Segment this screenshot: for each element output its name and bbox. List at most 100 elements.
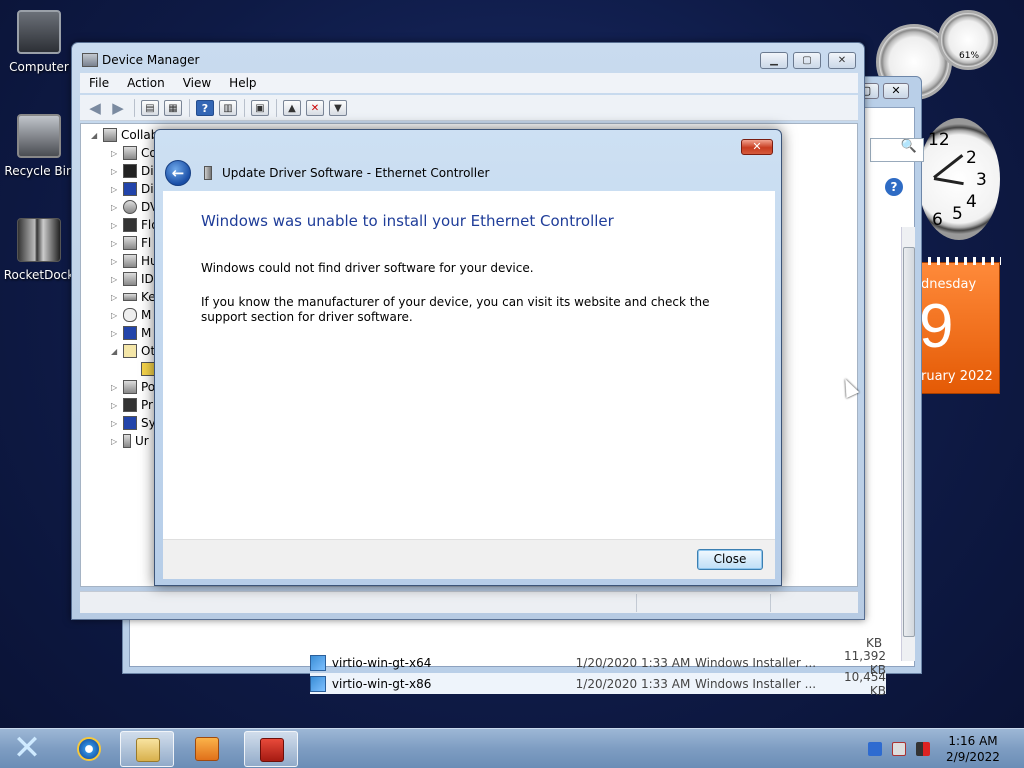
tree-item[interactable]: ▷ Flo [111, 216, 159, 234]
help-icon[interactable]: ? [885, 178, 903, 196]
tree-item[interactable]: ▷ Hu [111, 252, 158, 270]
taskbar-clock[interactable]: 1:16 AM 2/9/2022 [944, 733, 1002, 765]
taskbar-explorer[interactable] [120, 731, 174, 767]
expand-arrow-icon[interactable]: ▷ [111, 311, 121, 320]
menu-action[interactable]: Action [118, 73, 174, 93]
warning-icon [141, 362, 155, 376]
taskbar-media-player[interactable] [180, 731, 234, 767]
scrollbar-thumb[interactable] [903, 247, 915, 637]
network-tray-icon[interactable] [868, 742, 882, 756]
maximize-button[interactable]: ▢ [793, 52, 821, 69]
clock-number: 5 [952, 204, 963, 224]
file-size: 10,454 KB [844, 669, 887, 698]
file-row[interactable]: virtio-win-gt-x64 1/20/2020 1:33 AM Wind… [310, 649, 886, 677]
tree-label: Pr [141, 398, 153, 412]
window-title: Device Manager [102, 53, 200, 67]
device-category-icon [123, 164, 137, 178]
tree-item[interactable]: ▷ DV [111, 198, 158, 216]
other-devices-icon [123, 344, 137, 358]
file-row[interactable]: virtio-win-gt-x86 1/20/2020 1:33 AM Wind… [310, 670, 886, 698]
expand-arrow-icon[interactable]: ▷ [111, 239, 121, 248]
uninstall-device-icon[interactable]: ✕ [306, 99, 324, 116]
media-player-icon [195, 737, 219, 761]
start-button[interactable]: ✕ [4, 731, 50, 767]
expand-arrow-icon[interactable]: ▷ [111, 185, 121, 194]
clock-gadget[interactable]: 12 2 3 4 5 6 [918, 118, 1000, 240]
clock-number: 12 [928, 130, 950, 150]
close-button[interactable]: ✕ [883, 83, 909, 99]
clock-minute-hand [933, 177, 964, 186]
tree-item[interactable]: ▷ M [111, 324, 151, 342]
tree-item[interactable]: ▷ Sy [111, 414, 156, 432]
tree-item[interactable]: ▷ Pr [111, 396, 153, 414]
expand-arrow-icon[interactable]: ▷ [111, 401, 121, 410]
collapse-arrow-icon[interactable]: ◢ [111, 347, 121, 356]
show-action-pane-icon[interactable]: ▥ [219, 99, 237, 116]
desktop-icon-computer[interactable]: Computer [0, 10, 78, 74]
expand-arrow-icon[interactable]: ▷ [111, 167, 121, 176]
menu-view[interactable]: View [174, 73, 220, 93]
action-center-tray-icon[interactable] [892, 742, 906, 756]
internet-explorer-icon [77, 737, 101, 761]
mouse-icon [123, 308, 137, 322]
help-icon[interactable]: ? [196, 99, 214, 116]
folder-icon [136, 738, 160, 762]
menu-help[interactable]: Help [220, 73, 265, 93]
disable-device-icon[interactable]: ▼ [329, 99, 347, 116]
dialog-body: Windows was unable to install your Ether… [163, 191, 775, 539]
taskbar-device-manager[interactable] [244, 731, 298, 767]
expand-arrow-icon[interactable]: ▷ [111, 149, 121, 158]
expand-arrow-icon[interactable]: ▷ [111, 203, 121, 212]
desktop-icon-recycle-bin[interactable]: Recycle Bin [0, 114, 78, 178]
minimize-button[interactable]: ▁ [760, 52, 788, 69]
update-driver-icon[interactable]: ▲ [283, 99, 301, 116]
update-driver-dialog[interactable]: ✕ ← Update Driver Software - Ethernet Co… [154, 129, 782, 586]
forward-arrow-icon[interactable]: ▶ [109, 100, 127, 116]
menu-file[interactable]: File [80, 73, 118, 93]
collapse-arrow-icon[interactable]: ◢ [91, 131, 101, 140]
tree-root[interactable]: ◢ Collab [91, 126, 158, 144]
volume-muted-tray-icon[interactable] [916, 742, 930, 756]
toolbar: ◀ ▶ ▤ ▦ ? ▥ ▣ ▲ ✕ ▼ [80, 95, 858, 121]
tree-item[interactable]: ▷ Po [111, 378, 155, 396]
calendar-gadget[interactable]: dnesday 9 ruary 2022 [918, 257, 1001, 394]
taskbar: ✕ 1:16 AM 2/9/2022 [0, 728, 1024, 768]
clock-hour-hand [933, 154, 964, 179]
dialog-close-button[interactable]: ✕ [741, 139, 773, 155]
system-devices-icon [123, 416, 137, 430]
close-button[interactable]: ✕ [828, 52, 856, 69]
expand-arrow-icon[interactable]: ▷ [111, 275, 121, 284]
expand-arrow-icon[interactable]: ▷ [111, 419, 121, 428]
taskbar-internet-explorer[interactable] [62, 731, 116, 767]
menu-bar: File Action View Help [80, 73, 858, 93]
tree-item[interactable]: ▷ ID [111, 270, 154, 288]
tree-item[interactable]: ▷ M [111, 306, 151, 324]
tree-label: ID [141, 272, 154, 286]
expand-arrow-icon[interactable]: ▷ [111, 437, 121, 446]
expand-arrow-icon[interactable]: ▷ [111, 257, 121, 266]
tree-item[interactable]: ▷ Fl [111, 234, 151, 252]
properties-icon[interactable]: ▦ [164, 99, 182, 116]
tree-item[interactable]: ▷ Ke [111, 288, 156, 306]
clock-time: 1:16 AM [948, 734, 998, 748]
tree-item[interactable]: ▷ Di [111, 162, 154, 180]
expand-arrow-icon[interactable]: ▷ [111, 221, 121, 230]
clock-number: 3 [976, 170, 987, 190]
tree-item[interactable]: ◢ Ot [111, 342, 155, 360]
file-type: Windows Installer ... [695, 655, 817, 670]
desktop-icon-rocketdock[interactable]: RocketDock [0, 218, 78, 282]
search-icon[interactable]: 🔍 [870, 138, 924, 162]
expand-arrow-icon[interactable]: ▷ [111, 293, 121, 302]
memory-meter-gadget[interactable]: 61% [938, 10, 998, 70]
scan-hardware-changes-icon[interactable]: ▣ [251, 99, 269, 116]
tree-item[interactable]: ▷ Di [111, 180, 154, 198]
back-arrow-icon[interactable]: ◀ [86, 100, 104, 116]
vertical-scrollbar[interactable] [901, 227, 915, 661]
expand-arrow-icon[interactable]: ▷ [111, 383, 121, 392]
tree-item[interactable]: ▷ Ur [111, 432, 149, 450]
expand-arrow-icon[interactable]: ▷ [111, 329, 121, 338]
back-button[interactable]: ← [165, 160, 191, 186]
show-hide-console-tree-icon[interactable]: ▤ [141, 99, 159, 116]
close-button[interactable]: Close [697, 549, 763, 570]
tree-item[interactable]: ▷ Co [111, 144, 157, 162]
